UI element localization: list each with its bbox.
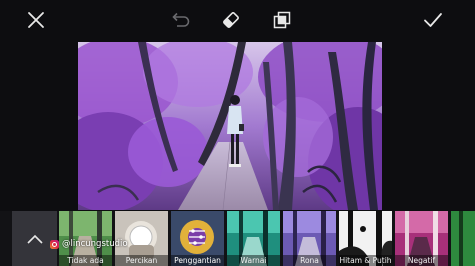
chevron-up-icon <box>26 234 43 244</box>
eraser-icon <box>223 12 239 28</box>
watermark: @lincungstudio <box>50 238 128 250</box>
effect-label: Penggantian <box>171 255 224 266</box>
effect-label: Rona <box>283 255 336 266</box>
effect-penggantian[interactable]: Penggantian <box>171 211 224 266</box>
checkmark-icon <box>424 13 442 27</box>
top-toolbar <box>0 0 475 40</box>
effect-negatif[interactable]: Negatif <box>395 211 448 266</box>
layers-icon <box>273 11 291 29</box>
effect-label: Negatif <box>395 255 448 266</box>
effect-rona[interactable]: Rona <box>283 211 336 266</box>
undo-icon <box>172 12 190 27</box>
effect-hitam-putih[interactable]: Hitam & Putih <box>339 211 392 266</box>
instagram-icon <box>50 239 59 249</box>
edited-photo <box>78 42 382 210</box>
layers-button[interactable] <box>268 6 296 34</box>
effect-label: Percikan <box>115 255 168 266</box>
photo-canvas[interactable] <box>78 42 382 210</box>
close-button[interactable] <box>22 6 50 34</box>
close-icon <box>28 12 44 28</box>
apply-button[interactable] <box>419 6 447 34</box>
effect-label: Hitam & Putih <box>339 255 392 266</box>
effect-next-partial[interactable] <box>451 211 475 266</box>
effect-label: Tidak ada <box>59 255 112 266</box>
effect-thumbnail <box>451 211 475 266</box>
undo-button[interactable] <box>166 6 194 34</box>
effect-label: Warnai <box>227 255 280 266</box>
effect-warnai[interactable]: Warnai <box>227 211 280 266</box>
eraser-button[interactable] <box>217 6 245 34</box>
watermark-handle: @lincungstudio <box>62 239 128 249</box>
